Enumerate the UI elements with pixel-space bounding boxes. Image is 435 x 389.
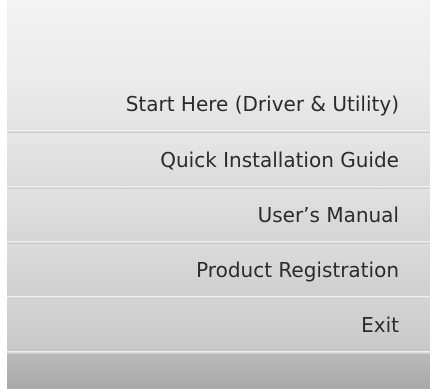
menu-item-start-here[interactable]: Start Here (Driver & Utility)	[7, 78, 430, 130]
menu-item-exit[interactable]: Exit	[7, 299, 430, 351]
launcher-menu-panel: Start Here (Driver & Utility) Quick Inst…	[7, 0, 430, 389]
menu-divider	[7, 130, 430, 133]
header-blank-area	[7, 0, 430, 78]
menu-item-product-registration[interactable]: Product Registration	[7, 244, 430, 296]
footer-band	[7, 354, 430, 389]
menu-item-users-manual[interactable]: User’s Manual	[7, 189, 430, 241]
menu-item-quick-installation-guide[interactable]: Quick Installation Guide	[7, 134, 430, 186]
